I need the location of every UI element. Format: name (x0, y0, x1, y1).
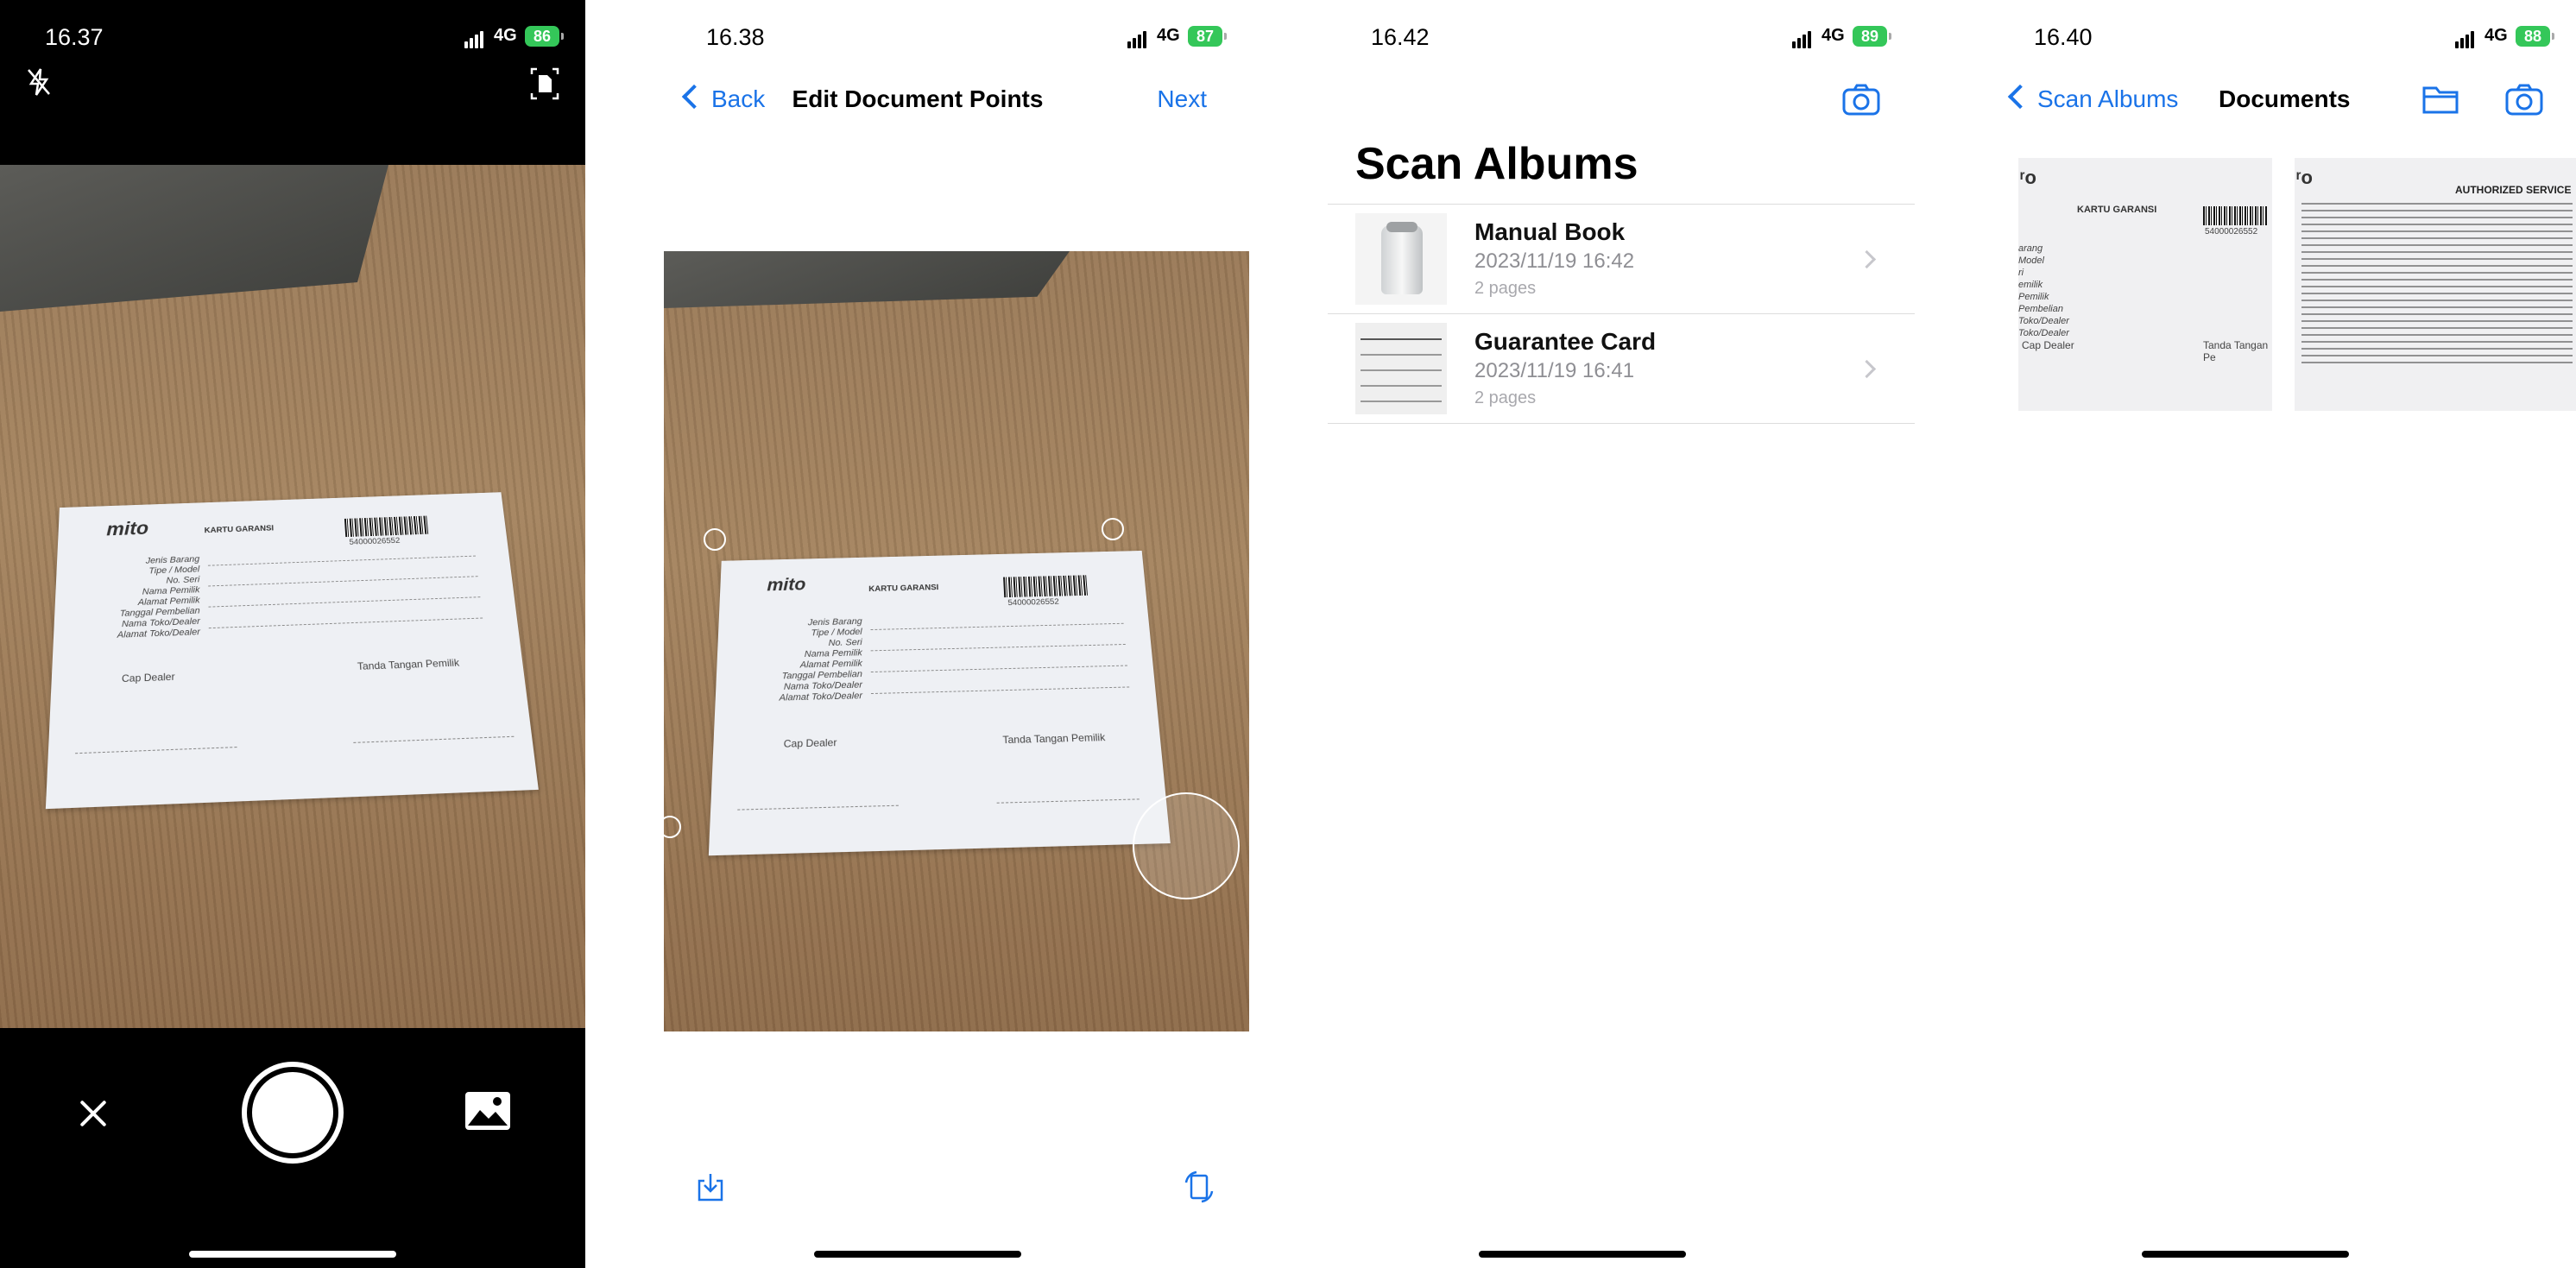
folder-icon[interactable] (2422, 85, 2459, 114)
status-time: 16.38 (706, 24, 765, 50)
status-bar: 16.42 4G 89 (1250, 17, 1915, 55)
signal-icon (1127, 29, 1152, 48)
document-thumbnail[interactable]: ʳo KARTU GARANSI 54000026552 arang Model r… (2018, 158, 2272, 411)
laptop-edge (664, 251, 1070, 308)
signal-icon (464, 29, 489, 48)
chevron-right-icon (1857, 249, 1877, 269)
card-title: KARTU GARANSI (868, 583, 939, 594)
nav-bar: Back Edit Document Points Next (585, 82, 1250, 120)
thumb-title: KARTU GARANSI (2077, 205, 2157, 215)
card-fields: arang Model ri emilik Pemilik Pembelian Toko/D… (2018, 243, 2069, 338)
status-bar: 16.38 4G 87 (585, 17, 1250, 55)
album-name: Manual Book (1474, 218, 1626, 245)
nav-bar: Scan Albums Documents (1915, 82, 2576, 120)
home-indicator (189, 1251, 396, 1258)
card-fields: Jenis Barang Tipe / Model No. Seri Nama Pem… (779, 616, 862, 703)
card-title: KARTU GARANSI (204, 524, 275, 535)
album-date: 2023/11/19 16:42 (1474, 249, 1635, 273)
home-indicator (814, 1251, 1021, 1258)
chevron-left-icon (2007, 84, 2033, 110)
rotate-icon[interactable] (1184, 1170, 1214, 1203)
network-type: 4G (1822, 26, 1845, 45)
corner-handle-top-right[interactable] (1102, 518, 1124, 540)
page-title: Documents (2219, 85, 2351, 112)
list-item[interactable]: Manual Book 2023/11/19 16:42 2 pages (1328, 205, 1915, 314)
scan-albums-screen: 16.42 4G 89 Scan Albums Manual Book 2023… (1250, 0, 1915, 1268)
camera-screen: 16.37 4G 86 mito KARTU GARANSI 540000265… (0, 0, 585, 1268)
signature-label: Tanda Tangan Pemilik (1002, 731, 1106, 747)
close-icon[interactable] (76, 1096, 110, 1131)
camera-icon[interactable] (1840, 83, 1882, 117)
signature-label: Tanda Tangan Pe (2203, 339, 2269, 363)
barcode (1003, 575, 1088, 598)
home-indicator (2142, 1251, 2349, 1258)
barcode-number: 54000026552 (349, 536, 401, 547)
laptop-edge (0, 165, 388, 312)
warranty-card: mito KARTU GARANSI 54000026552 Jenis Bar… (708, 550, 1171, 856)
back-button[interactable]: Scan Albums (2007, 84, 2178, 113)
network-type: 4G (494, 26, 517, 45)
battery-icon: 89 (1853, 26, 1891, 47)
next-button[interactable]: Next (1157, 85, 1207, 113)
album-pages: 2 pages (1474, 388, 1537, 407)
documents-screen: 16.40 4G 88 Scan Albums Documents ʳo KAR… (1915, 0, 2576, 1268)
corner-handle-bottom-left[interactable] (664, 816, 681, 838)
status-time: 16.42 (1371, 24, 1430, 50)
barcode-number: 54000026552 (1007, 597, 1060, 608)
list-item[interactable]: Guarantee Card 2023/11/19 16:41 2 pages (1328, 314, 1915, 424)
cap-dealer-label: Cap Dealer (783, 736, 837, 750)
signal-icon (2455, 29, 2479, 48)
cap-dealer-label: Cap Dealer (2022, 339, 2074, 351)
album-list: Manual Book 2023/11/19 16:42 2 pages Gua… (1328, 204, 1915, 424)
battery-icon: 88 (2516, 26, 2554, 47)
camera-viewfinder: mito KARTU GARANSI 54000026552 Jenis Bar… (0, 165, 585, 1028)
album-date: 2023/11/19 16:41 (1474, 359, 1635, 382)
barcode (2203, 206, 2267, 225)
status-time: 16.40 (2034, 24, 2093, 50)
photo-gallery-icon[interactable] (464, 1091, 511, 1131)
chevron-right-icon (1857, 359, 1877, 379)
warranty-card: mito KARTU GARANSI 54000026552 Jenis Bar… (45, 492, 539, 810)
status-bar: 16.37 4G 86 (0, 17, 585, 55)
document-scan-icon[interactable] (530, 67, 559, 100)
status-bar: 16.40 4G 88 (1915, 17, 2576, 55)
document-thumbnail[interactable]: ʳo AUTHORIZED SERVICE (2295, 158, 2576, 411)
album-name: Guarantee Card (1474, 328, 1657, 355)
album-thumbnail (1355, 213, 1447, 305)
signal-icon (1792, 29, 1816, 48)
cap-dealer-label: Cap Dealer (121, 670, 175, 685)
corner-handle-top-left[interactable] (704, 528, 726, 551)
download-icon[interactable] (696, 1170, 725, 1203)
status-time: 16.37 (45, 24, 104, 50)
card-logo: mito (767, 574, 806, 595)
card-fields: Jenis Barang Tipe / Model No. Seri Nama Pem… (117, 554, 200, 640)
edit-points-screen: 16.38 4G 87 Back Edit Document Points Ne… (585, 0, 1250, 1268)
home-indicator (1479, 1251, 1686, 1258)
camera-icon[interactable] (2503, 83, 2545, 117)
album-pages: 2 pages (1474, 279, 1537, 298)
card-logo: mito (106, 518, 149, 540)
flash-off-icon[interactable] (26, 67, 52, 97)
page-title: Scan Albums (1355, 139, 1638, 189)
battery-icon: 86 (525, 26, 564, 47)
shutter-button[interactable] (242, 1062, 344, 1164)
network-type: 4G (1157, 26, 1180, 45)
thumb-title: AUTHORIZED SERVICE (2455, 184, 2572, 196)
document-photo: mito KARTU GARANSI 54000026552 Jenis Bar… (664, 251, 1249, 1031)
network-type: 4G (2484, 26, 2508, 45)
signature-label: Tanda Tangan Pemilik (357, 656, 460, 672)
page-title: Edit Document Points (792, 85, 1044, 112)
album-thumbnail (1355, 323, 1447, 414)
magnifier-loupe[interactable] (1133, 792, 1240, 899)
barcode-number: 54000026552 (2205, 227, 2258, 237)
barcode (344, 515, 429, 538)
battery-icon: 87 (1188, 26, 1227, 47)
